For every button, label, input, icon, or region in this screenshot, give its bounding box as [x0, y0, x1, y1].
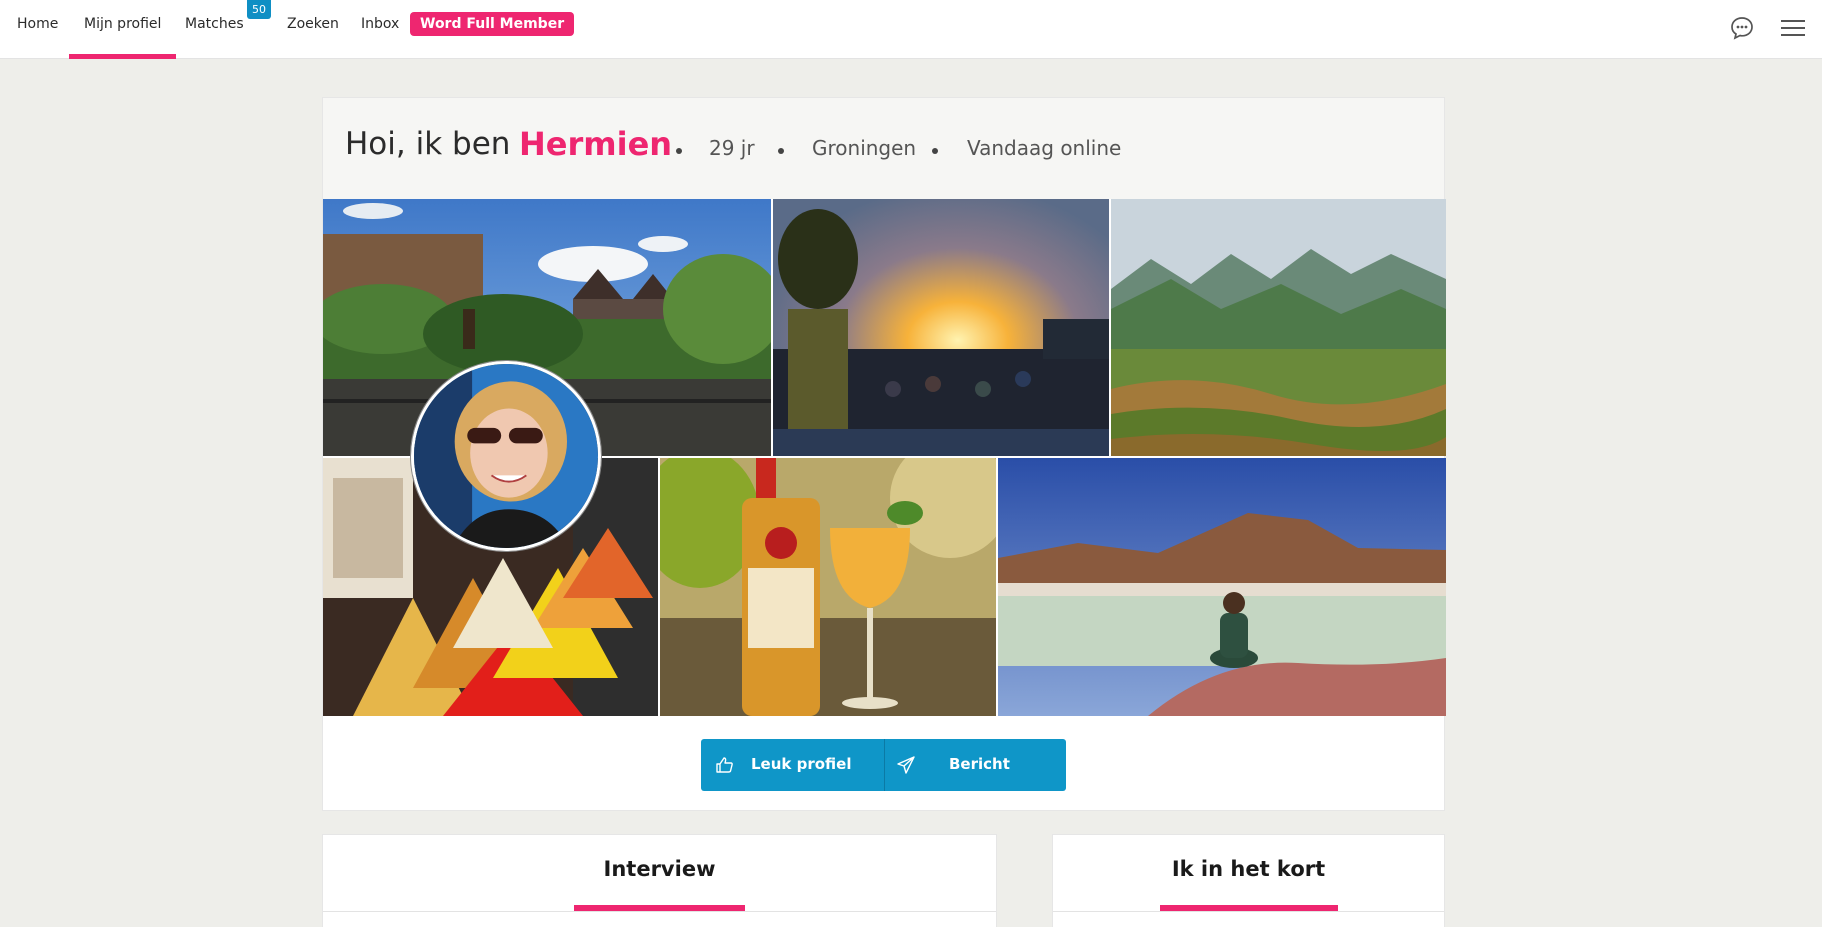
top-navigation: Home Mijn profiel Matches 50 Zoeken Inbo… — [0, 0, 1822, 59]
summary-title[interactable]: Ik in het kort — [1053, 857, 1444, 881]
nav-home[interactable]: Home — [17, 0, 58, 59]
separator-dot — [778, 148, 784, 154]
profile-actions: Leuk profiel Bericht — [701, 739, 1066, 791]
profile-photo-6[interactable] — [998, 458, 1446, 716]
divider — [323, 911, 996, 912]
profile-card: Hoi, ik ben Hermien 29 jr Groningen Vand… — [322, 97, 1446, 811]
matches-count-badge: 50 — [247, 0, 271, 19]
profile-age: 29 jr — [709, 136, 755, 160]
interview-card: Interview — [322, 834, 997, 927]
nav-mijn-profiel[interactable]: Mijn profiel — [69, 0, 177, 59]
full-member-button[interactable]: Word Full Member — [410, 12, 575, 36]
greeting-text: Hoi, ik ben — [345, 126, 511, 162]
profile-photo-3[interactable] — [1111, 199, 1446, 456]
interview-title[interactable]: Interview — [323, 857, 996, 881]
profile-avatar[interactable] — [411, 361, 601, 551]
like-profile-label: Leuk profiel — [751, 755, 852, 773]
nav-zoeken[interactable]: Zoeken — [287, 0, 339, 59]
nav-mijn-profiel-label: Mijn profiel — [84, 16, 162, 32]
thumbs-up-icon — [715, 755, 735, 775]
profile-city: Groningen — [812, 136, 917, 160]
profile-photo-2[interactable] — [773, 199, 1109, 456]
online-status: Vandaag online — [967, 136, 1122, 160]
nav-matches[interactable]: Matches — [185, 0, 244, 59]
message-button[interactable]: Bericht — [884, 739, 1066, 791]
profile-header: Hoi, ik ben Hermien 29 jr Groningen Vand… — [323, 98, 1444, 199]
summary-card: Ik in het kort — [1052, 834, 1445, 927]
profile-name: Hermien — [519, 125, 673, 163]
menu-icon[interactable] — [1780, 15, 1806, 41]
send-icon — [896, 755, 916, 775]
separator-dot — [676, 148, 682, 154]
message-label: Bericht — [949, 755, 1010, 773]
nav-inbox[interactable]: Inbox — [361, 0, 399, 59]
profile-photo-5[interactable] — [660, 458, 996, 716]
separator-dot — [932, 148, 938, 154]
chat-icon[interactable] — [1729, 15, 1755, 41]
like-profile-button[interactable]: Leuk profiel — [701, 739, 883, 791]
divider — [1053, 911, 1444, 912]
